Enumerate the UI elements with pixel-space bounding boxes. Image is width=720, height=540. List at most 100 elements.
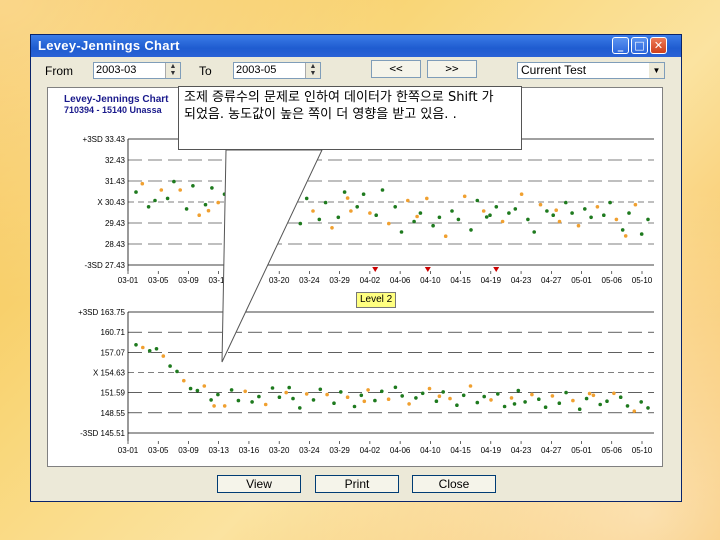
- data-point: [623, 234, 628, 238]
- to-date-field[interactable]: 2003-05 ▲ ▼: [233, 62, 321, 79]
- data-point: [425, 196, 429, 201]
- data-point: [406, 198, 410, 203]
- to-spinner-icon[interactable]: ▲ ▼: [305, 63, 320, 78]
- next-period-button[interactable]: >>: [427, 60, 477, 78]
- data-point: [318, 387, 323, 392]
- x-tick-label: 03-13: [208, 446, 229, 455]
- x-tick-label: 04-15: [450, 276, 471, 285]
- data-point: [551, 213, 555, 217]
- x-tick-label: 04-23: [511, 446, 532, 455]
- y-tick-label: 29.43: [105, 219, 126, 228]
- data-point: [564, 200, 568, 205]
- x-tick-label: 05-01: [571, 276, 592, 285]
- x-tick-label: 03-24: [299, 446, 320, 455]
- y-tick-label: 160.71: [101, 328, 126, 337]
- title-bar[interactable]: Levey-Jennings Chart _ □ ✕: [31, 35, 681, 57]
- data-point: [507, 211, 511, 215]
- data-point: [311, 209, 315, 213]
- data-point: [209, 398, 213, 402]
- from-spinner-icon[interactable]: ▲ ▼: [165, 63, 180, 78]
- data-point: [325, 392, 329, 397]
- minimize-icon[interactable]: _: [612, 37, 629, 54]
- print-button[interactable]: Print: [315, 475, 399, 493]
- data-point: [291, 396, 295, 401]
- data-point: [352, 404, 357, 409]
- data-point: [399, 230, 404, 234]
- data-point: [339, 390, 343, 394]
- data-point: [443, 234, 448, 238]
- data-point: [427, 386, 432, 391]
- data-point: [577, 407, 582, 412]
- data-point: [146, 205, 151, 209]
- data-point: [632, 409, 637, 414]
- data-point: [489, 398, 493, 402]
- data-point: [197, 213, 201, 217]
- data-point: [516, 388, 521, 393]
- data-point: [336, 215, 341, 220]
- y-tick-label: 31.43: [105, 177, 126, 186]
- data-point: [332, 401, 336, 406]
- data-point: [161, 354, 166, 358]
- data-point: [482, 394, 487, 399]
- data-point: [361, 192, 366, 196]
- data-point: [140, 181, 145, 186]
- from-date-field[interactable]: 2003-03 ▲ ▼: [93, 62, 181, 79]
- from-date-value: 2003-03: [96, 64, 137, 76]
- data-point: [229, 388, 234, 392]
- data-point: [387, 221, 391, 226]
- data-point: [222, 404, 227, 408]
- data-point: [412, 219, 416, 224]
- data-point: [202, 384, 207, 388]
- data-point: [614, 217, 619, 222]
- test-select[interactable]: Current Test ▼: [517, 62, 665, 79]
- data-point: [270, 386, 275, 390]
- data-point: [153, 198, 157, 203]
- data-point: [175, 369, 179, 374]
- y-tick-label: -3SD 145.51: [80, 429, 125, 438]
- close-icon[interactable]: ✕: [650, 37, 667, 54]
- data-point: [437, 394, 442, 399]
- chevron-down-icon[interactable]: ▼: [649, 63, 664, 78]
- maximize-icon[interactable]: □: [631, 37, 648, 54]
- data-point: [277, 395, 282, 400]
- data-point: [591, 393, 596, 398]
- data-point: [248, 186, 252, 190]
- prev-period-button[interactable]: <<: [371, 60, 421, 78]
- x-tick-label: 03-20: [269, 276, 290, 285]
- x-tick-label: 04-10: [420, 446, 441, 455]
- data-point: [345, 395, 350, 400]
- data-point: [147, 349, 152, 353]
- data-point: [437, 215, 442, 220]
- data-point: [496, 392, 500, 396]
- data-point: [263, 402, 268, 407]
- data-point: [355, 205, 360, 209]
- data-point: [393, 385, 398, 390]
- data-point: [359, 393, 364, 398]
- data-point: [414, 396, 418, 400]
- x-tick-label: 03-05: [148, 276, 169, 285]
- data-point: [620, 228, 625, 232]
- x-tick-label: 05-06: [602, 276, 623, 285]
- x-tick-label: 04-19: [481, 276, 502, 285]
- data-point: [134, 343, 138, 347]
- y-tick-label: 28.43: [105, 240, 126, 249]
- data-point: [298, 406, 302, 410]
- data-point: [279, 181, 284, 186]
- data-point: [612, 391, 616, 396]
- data-point: [349, 209, 353, 213]
- data-point: [380, 389, 384, 394]
- data-point: [212, 404, 216, 408]
- data-point: [513, 207, 518, 211]
- x-tick-label: 03-24: [299, 276, 320, 285]
- x-tick-label: 05-01: [571, 446, 592, 455]
- data-point: [494, 205, 499, 209]
- x-tick-label: 04-27: [541, 276, 562, 285]
- data-point: [543, 405, 548, 410]
- data-point: [257, 394, 261, 399]
- close-button[interactable]: Close: [412, 475, 496, 493]
- y-tick-label: X 30.43: [97, 198, 125, 207]
- data-point: [627, 211, 631, 215]
- view-button[interactable]: View: [217, 475, 301, 493]
- data-point: [564, 390, 568, 395]
- data-point: [461, 393, 466, 398]
